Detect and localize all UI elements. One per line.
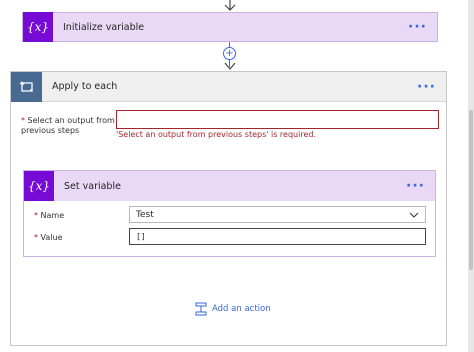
flow-designer-canvas: {x} Initialize variable ··· + Apply to e… — [0, 0, 474, 352]
chevron-down-icon — [409, 212, 419, 218]
card-title: Initialize variable — [63, 21, 145, 33]
name-dropdown-value: Test — [136, 209, 154, 220]
value-label: * Value — [34, 233, 63, 242]
apply-to-each-header[interactable]: Apply to each ··· — [11, 71, 446, 102]
variable-icon: {x} — [23, 12, 53, 42]
name-dropdown[interactable]: Test — [129, 206, 426, 223]
card-title: Set variable — [64, 180, 121, 192]
down-arrow-icon — [224, 62, 236, 70]
apply-to-each-card: Apply to each ··· * Select an output fro… — [10, 71, 447, 346]
select-output-label: * Select an output from previous steps — [21, 116, 121, 136]
select-output-input[interactable] — [116, 110, 439, 129]
name-label-text: Name — [38, 211, 65, 220]
more-options-icon[interactable]: ··· — [406, 179, 425, 193]
add-action-label: Add an action — [212, 304, 271, 314]
select-output-label-text: Select an output from previous steps — [21, 116, 115, 135]
more-options-icon[interactable]: ··· — [408, 20, 427, 34]
set-variable-header[interactable]: {x} Set variable ··· — [24, 171, 435, 201]
value-input[interactable]: [] — [129, 228, 426, 245]
scrollbar-thumb[interactable] — [469, 110, 473, 270]
add-action-icon — [195, 302, 207, 316]
variable-icon: {x} — [24, 171, 54, 201]
validation-error: 'Select an output from previous steps' i… — [116, 130, 316, 139]
set-variable-card: {x} Set variable ··· * Name Test * Value… — [23, 170, 436, 257]
card-title: Apply to each — [52, 81, 118, 92]
add-action-button[interactable]: Add an action — [195, 302, 271, 316]
initialize-variable-card[interactable]: {x} Initialize variable ··· — [22, 12, 438, 42]
value-label-text: Value — [38, 233, 63, 242]
scrollbar[interactable] — [468, 0, 474, 352]
more-options-icon[interactable]: ··· — [417, 80, 436, 94]
name-label: * Name — [34, 211, 64, 220]
down-arrow-icon — [224, 0, 236, 11]
insert-step-button[interactable]: + — [223, 47, 236, 60]
loop-icon — [11, 71, 42, 102]
